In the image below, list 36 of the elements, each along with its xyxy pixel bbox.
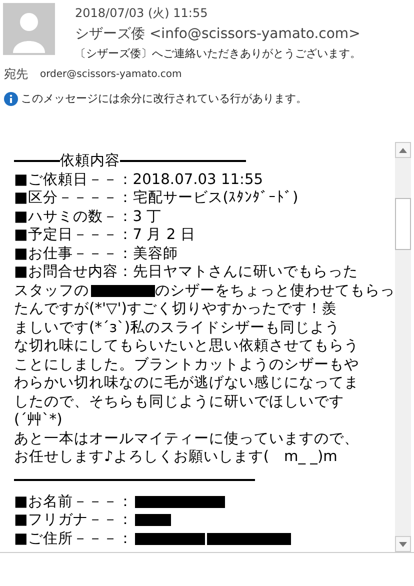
- avatar-icon: [3, 3, 55, 55]
- section-heading: 依頼内容: [60, 152, 120, 170]
- body-text: ■お仕事－－－：美容師: [14, 244, 178, 263]
- body-text: ことにしました。ブラントカットようのシザーもや: [14, 356, 359, 374]
- body-text: ■区分－－－－：宅配サービス(ｽﾀﾝﾀﾞｰﾄﾞ): [14, 189, 298, 208]
- scroll-thumb[interactable]: [395, 198, 411, 250]
- body-text: スタッフの: [14, 282, 89, 300]
- body-text: ■ご依頼日－－：2018.07.03 11:55: [14, 170, 264, 189]
- body-text: したので、そちらも同じように研いでほしいです: [14, 392, 344, 411]
- scroll-down-icon[interactable]: [395, 536, 411, 552]
- body-text: ■ハサミの数－：3 丁: [14, 208, 162, 226]
- body-text: な切れ味にしてもらいたいと思い依頼させてもらう: [14, 337, 359, 356]
- scroll-up-icon[interactable]: [395, 142, 411, 158]
- scrollbar[interactable]: [395, 142, 411, 552]
- body-text: ■ご住所－－－：: [14, 530, 133, 548]
- body-text: ■お問合せ内容：先日ヤマトさんに研いでもらった: [14, 263, 358, 282]
- message-date: 2018/07/03 (火) 11:55: [75, 5, 208, 22]
- body-text: お任せします♪よろしくお願いします( m_ _)m: [14, 448, 338, 466]
- body-text: ■お名前－－－：: [14, 492, 133, 511]
- body-text: あと一本はオールマイティーに使っていますので、: [14, 430, 359, 448]
- info-icon: [4, 92, 18, 106]
- body-text: ■予定日－－－：7 月 2 日: [14, 226, 196, 244]
- info-message: このメッセージには余分に改行されている行があります。: [21, 91, 307, 106]
- redaction-bar: [91, 284, 155, 297]
- body-text: (´艸`*): [14, 411, 62, 430]
- body-text: ■フリガナ－－：: [14, 511, 133, 530]
- body-text: わらかい切れ味なのに毛が逃げない感じになってま: [14, 374, 359, 392]
- redaction-bar: [134, 532, 205, 545]
- message-subject: 〔シザーズ倭〕へご連絡いただきありがとうございます。: [75, 46, 361, 61]
- recipient-address: order@scissors-yamato.com: [40, 69, 182, 80]
- body-text: たんですが(*'▽')すごく切りやすかったです！羨: [14, 300, 337, 318]
- redaction-bar: [134, 514, 171, 526]
- to-label: 宛先: [4, 66, 28, 83]
- sender-name: シザーズ倭 <info@scissors-yamato.com>: [75, 25, 360, 43]
- body-text: ましいです(*´з`)私のスライドシザーも同じよう: [14, 318, 340, 337]
- body-text: のシザーをちょっと使わせてもらっ: [155, 282, 395, 300]
